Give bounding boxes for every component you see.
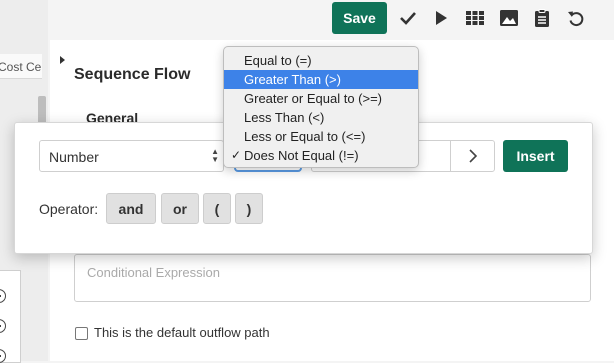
dropdown-option-greater-than[interactable]: Greater Than (>)	[224, 70, 418, 89]
remove-circle-icon[interactable]	[0, 319, 6, 333]
operator-label: Operator:	[39, 201, 99, 217]
dropdown-option-less-than[interactable]: Less Than (<)	[224, 108, 418, 127]
option-label: Equal to (=)	[244, 53, 312, 68]
image-icon[interactable]	[499, 9, 519, 27]
operator-dropdown-menu: Equal to (=) Greater Than (>) Greater or…	[223, 46, 419, 168]
value-next-button[interactable]	[450, 140, 495, 172]
open-paren-button[interactable]: (	[203, 193, 231, 224]
dropdown-option-not-equal[interactable]: ✓ Does Not Equal (!=)	[224, 146, 418, 165]
dropdown-option-equal[interactable]: Equal to (=)	[224, 51, 418, 70]
play-icon[interactable]	[431, 9, 451, 27]
checkmark-icon: ✓	[231, 148, 242, 162]
check-icon[interactable]	[398, 9, 418, 27]
select-arrows-icon: ▲ ▼	[211, 147, 219, 164]
operator-and-button[interactable]: and	[106, 193, 156, 224]
save-button[interactable]: Save	[332, 2, 387, 34]
close-paren-button[interactable]: )	[235, 193, 263, 224]
option-label: Greater Than (>)	[244, 72, 341, 87]
clipboard-icon[interactable]	[532, 9, 552, 27]
remove-circle-icon[interactable]	[0, 289, 6, 303]
undo-icon[interactable]	[566, 9, 586, 27]
option-label: Less or Equal to (<=)	[244, 129, 366, 144]
default-outflow-checkbox[interactable]	[75, 327, 88, 340]
left-node-card	[0, 270, 21, 363]
grid-icon[interactable]	[465, 9, 485, 27]
dropdown-option-less-or-equal[interactable]: Less or Equal to (<=)	[224, 127, 418, 146]
option-label: Greater or Equal to (>=)	[244, 91, 383, 106]
dropdown-option-greater-or-equal[interactable]: Greater or Equal to (>=)	[224, 89, 418, 108]
operator-or-button[interactable]: or	[161, 193, 199, 224]
expression-placeholder: Conditional Expression	[87, 265, 220, 280]
conditional-expression-input[interactable]: Conditional Expression	[74, 254, 591, 302]
field-type-select[interactable]: Number ▲ ▼	[39, 140, 224, 172]
panel-title: Sequence Flow	[74, 66, 191, 83]
option-label: Less Than (<)	[244, 110, 325, 125]
insert-button[interactable]: Insert	[503, 140, 568, 172]
chevron-right-icon	[468, 149, 477, 163]
collapse-caret-icon[interactable]	[60, 56, 65, 64]
sidebar-tab-label: Cost Ce	[0, 60, 42, 74]
field-type-value: Number	[49, 149, 99, 165]
option-label: Does Not Equal (!=)	[244, 148, 359, 163]
sidebar-tab-cost-center[interactable]: Cost Ce	[0, 54, 42, 79]
default-outflow-label: This is the default outflow path	[94, 325, 270, 340]
